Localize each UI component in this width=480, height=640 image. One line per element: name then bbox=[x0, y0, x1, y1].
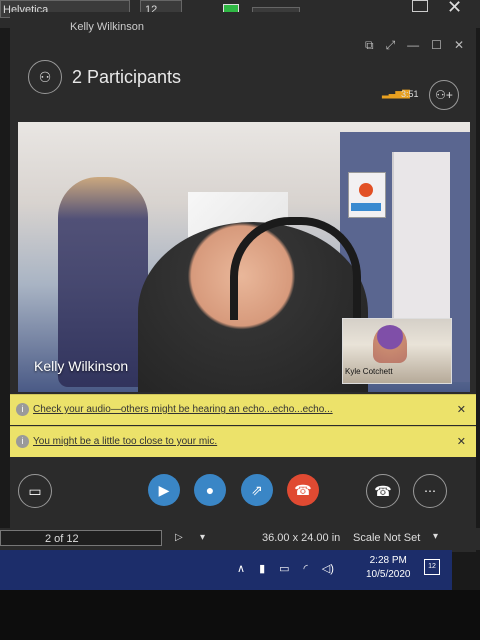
video-button[interactable]: ▶ bbox=[148, 474, 180, 506]
restore-icon[interactable] bbox=[412, 0, 428, 12]
document-status-bar: 2 of 12 ▷ ▾ 36.00 x 24.00 in Scale Not S… bbox=[0, 528, 480, 550]
people-icon: ⚇ bbox=[38, 69, 52, 85]
document-size: 36.00 x 24.00 in bbox=[262, 532, 341, 544]
mic-warning-banner: i You might be a little too close to you… bbox=[10, 426, 476, 457]
info-icon: i bbox=[16, 403, 29, 416]
call-controls: ▭ ▶ ● ⇗ ☎ ☎ ⋯ bbox=[10, 460, 476, 520]
door bbox=[392, 152, 450, 342]
self-view[interactable]: Kyle Cotchett bbox=[342, 318, 452, 384]
info-icon: i bbox=[16, 435, 29, 448]
participants-label: 2 Participants bbox=[72, 67, 182, 87]
notification-icon[interactable]: 12 bbox=[424, 559, 440, 575]
poster-sea bbox=[351, 203, 381, 211]
page-indicator[interactable]: 2 of 12 bbox=[0, 530, 162, 546]
share-icon: ⇗ bbox=[251, 482, 263, 498]
maximize-icon[interactable]: ☐ bbox=[431, 38, 442, 53]
self-name: Kyle Cotchett bbox=[345, 367, 393, 376]
chevron-up-icon[interactable]: ∧ bbox=[237, 562, 245, 575]
devices-icon: ☎ bbox=[374, 483, 392, 499]
headset bbox=[230, 217, 361, 320]
speaker-name: Kelly Wilkinson bbox=[34, 358, 129, 374]
call-timer: 3:51 bbox=[401, 89, 419, 99]
background-person bbox=[58, 177, 148, 387]
echo-warning-banner: i Check your audio—others might be heari… bbox=[10, 394, 476, 425]
date: 10/5/2020 bbox=[366, 569, 411, 580]
fullscreen-icon[interactable]: ⤢ bbox=[386, 38, 396, 53]
wifi-icon[interactable]: ◜ bbox=[304, 562, 308, 575]
end-call-icon: ☎ bbox=[294, 482, 312, 498]
minimize-icon[interactable]: — bbox=[407, 38, 419, 53]
chat-icon: ▭ bbox=[28, 483, 42, 499]
clock[interactable]: 2:28 PM 10/5/2020 bbox=[366, 554, 411, 582]
page-dropdown-icon[interactable]: ▾ bbox=[200, 532, 205, 543]
system-tray: ∧ ▮ ▭ ◜ ◁) bbox=[237, 562, 334, 575]
main-video: Kelly Wilkinson Kyle Cotchett bbox=[18, 122, 470, 392]
end-call-button[interactable]: ☎ bbox=[287, 474, 319, 506]
participants-button[interactable]: ⚇ bbox=[28, 60, 62, 94]
window-title: Kelly Wilkinson bbox=[70, 21, 144, 33]
video-icon: ▶ bbox=[158, 482, 170, 498]
close-window-icon[interactable]: ✕ bbox=[454, 38, 464, 53]
dismiss-icon[interactable]: ✕ bbox=[457, 403, 466, 416]
poster-sun bbox=[359, 183, 373, 197]
poster bbox=[348, 172, 386, 218]
window-controls: ⧉ ⤢ — ☐ ✕ bbox=[365, 38, 464, 53]
devices-button[interactable]: ☎ bbox=[366, 474, 400, 508]
windows-taskbar: ∧ ▮ ▭ ◜ ◁) 2:28 PM 10/5/2020 12 bbox=[0, 550, 452, 590]
chat-button[interactable]: ▭ bbox=[18, 474, 52, 508]
volume-icon[interactable]: ◁) bbox=[322, 562, 334, 575]
scale-label: Scale Not Set bbox=[353, 532, 421, 544]
next-page-icon[interactable]: ▷ bbox=[175, 532, 183, 543]
popout-icon[interactable]: ⧉ bbox=[365, 38, 374, 53]
more-icon: ⋯ bbox=[424, 484, 436, 498]
add-participant-button[interactable]: ⚇+ bbox=[429, 80, 459, 110]
battery-icon[interactable]: ▭ bbox=[279, 562, 289, 575]
self-person bbox=[373, 325, 407, 363]
dismiss-icon[interactable]: ✕ bbox=[457, 435, 466, 448]
time: 2:28 PM bbox=[369, 555, 407, 566]
add-people-icon: ⚇+ bbox=[435, 88, 453, 102]
mic-button[interactable]: ● bbox=[194, 474, 226, 506]
screen-bezel bbox=[0, 590, 480, 640]
chevron-down-icon[interactable]: ▾ bbox=[433, 531, 438, 542]
call-window: Kelly Wilkinson ⧉ ⤢ — ☐ ✕ ⚇ 2 Participan… bbox=[10, 12, 476, 552]
share-button[interactable]: ⇗ bbox=[241, 474, 273, 506]
more-options-button[interactable]: ⋯ bbox=[413, 474, 447, 508]
mic-icon: ● bbox=[205, 482, 215, 498]
echo-warning-link[interactable]: Check your audio—others might be hearing… bbox=[33, 404, 333, 415]
mic-warning-link[interactable]: You might be a little too close to your … bbox=[33, 436, 217, 447]
mic-tray-icon[interactable]: ▮ bbox=[259, 562, 265, 575]
